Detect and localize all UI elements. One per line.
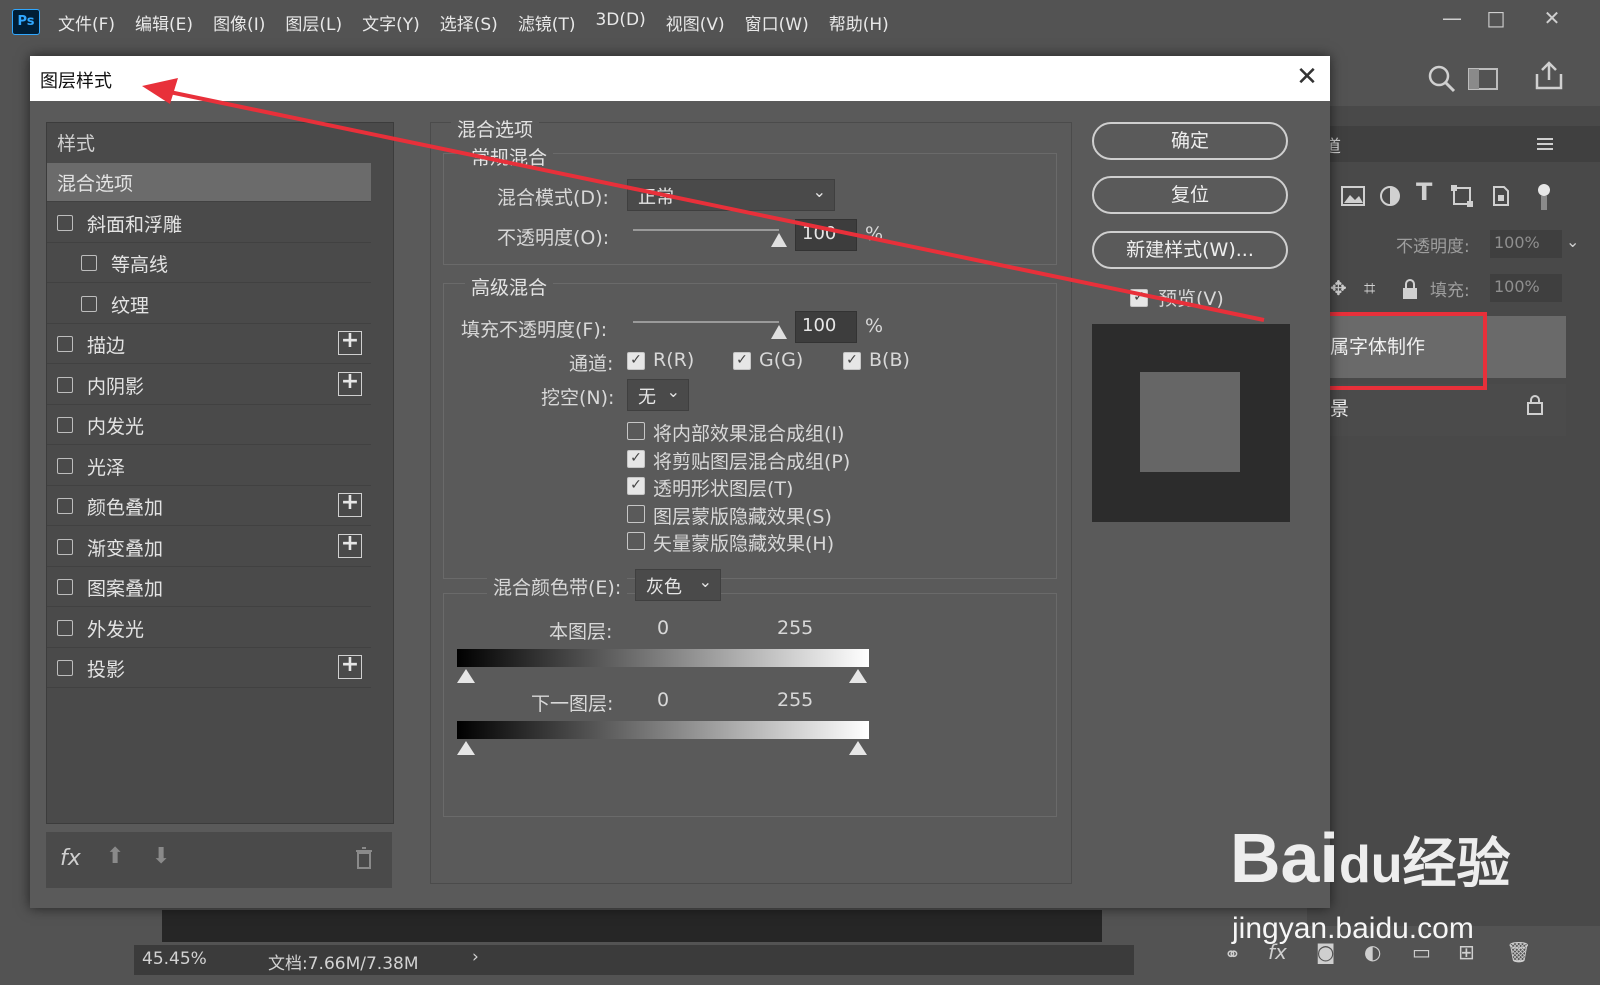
watermark-url: jingyan.baidu.com: [1232, 912, 1474, 945]
baidu-watermark: Baidu经验: [1230, 819, 1511, 897]
